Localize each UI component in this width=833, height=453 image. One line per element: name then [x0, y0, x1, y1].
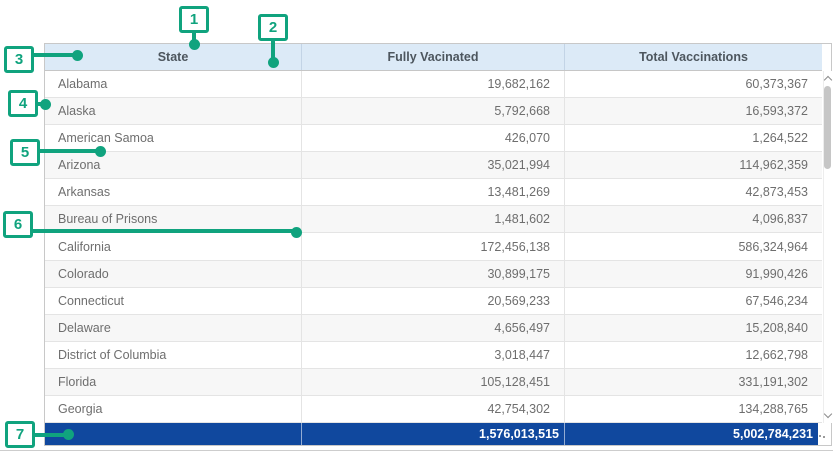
cell-state: Arkansas	[45, 179, 302, 206]
annotation-connector-5	[39, 149, 101, 153]
table-body: Alabama19,682,16260,373,367Alaska5,792,6…	[45, 71, 822, 423]
table-row[interactable]: Delaware4,656,49715,208,840	[45, 315, 822, 342]
cell-total-vaccinations: 60,373,367	[565, 71, 822, 98]
cell-total-vaccinations: 16,593,372	[565, 98, 822, 125]
cell-fully-vacinated: 13,481,269	[302, 179, 565, 206]
table-row[interactable]: Alabama19,682,16260,373,367	[45, 71, 822, 98]
annotation-badge-3: 3	[4, 46, 34, 73]
annotation-connector-2	[271, 40, 275, 58]
cell-fully-vacinated: 4,656,497	[302, 315, 565, 342]
annotation-dot-3	[72, 50, 83, 61]
cell-fully-vacinated: 426,070	[302, 125, 565, 152]
cell-fully-vacinated: 105,128,451	[302, 369, 565, 396]
cell-state: Connecticut	[45, 288, 302, 315]
annotation-connector-6	[32, 229, 297, 233]
annotation-dot-7	[63, 429, 74, 440]
annotation-dot-5	[95, 146, 106, 157]
summary-total-vaccinations-value: 5,002,784,231	[565, 423, 818, 445]
table-row[interactable]: Connecticut20,569,23367,546,234	[45, 288, 822, 315]
column-header-fully-vacinated[interactable]: Fully Vacinated	[302, 44, 565, 70]
cell-fully-vacinated: 42,754,302	[302, 396, 565, 423]
cell-state: Alaska	[45, 98, 302, 125]
annotation-dot-4	[40, 99, 51, 110]
cell-total-vaccinations: 4,096,837	[565, 206, 822, 233]
table-row[interactable]: Georgia42,754,302134,288,765	[45, 396, 822, 423]
column-header-total-vaccinations[interactable]: Total Vaccinations	[565, 44, 822, 70]
annotation-badge-2: 2	[258, 14, 288, 41]
cell-fully-vacinated: 35,021,994	[302, 152, 565, 179]
cell-state: District of Columbia	[45, 342, 302, 369]
scroll-down-arrow-icon[interactable]	[824, 410, 832, 418]
cell-fully-vacinated: 30,899,175	[302, 261, 565, 288]
annotation-connector-3	[33, 53, 77, 57]
table-row[interactable]: California172,456,138586,324,964	[45, 233, 822, 260]
cell-state: Delaware	[45, 315, 302, 342]
cell-fully-vacinated: 20,569,233	[302, 288, 565, 315]
annotation-badge-6: 6	[3, 211, 33, 238]
annotation-badge-1: 1	[179, 6, 209, 33]
cell-fully-vacinated: 5,792,668	[302, 98, 565, 125]
annotated-table-screenshot: State Fully Vacinated Total Vaccinations…	[0, 0, 833, 453]
cell-state: Colorado	[45, 261, 302, 288]
annotation-badge-5: 5	[10, 139, 40, 166]
cell-total-vaccinations: 134,288,765	[565, 396, 822, 423]
cell-state: Florida	[45, 369, 302, 396]
cell-total-vaccinations: 1,264,522	[565, 125, 822, 152]
table-row[interactable]: Florida105,128,451331,191,302	[45, 369, 822, 396]
cell-total-vaccinations: 67,546,234	[565, 288, 822, 315]
cell-fully-vacinated: 1,481,602	[302, 206, 565, 233]
vaccination-table: State Fully Vacinated Total Vaccinations…	[44, 43, 832, 446]
cell-total-vaccinations: 15,208,840	[565, 315, 822, 342]
cell-total-vaccinations: 331,191,302	[565, 369, 822, 396]
cell-state: Alabama	[45, 71, 302, 98]
summary-state-cell	[45, 423, 302, 445]
table-row[interactable]: Arizona35,021,994114,962,359	[45, 152, 822, 179]
annotation-dot-2	[268, 57, 279, 68]
table-row[interactable]: American Samoa426,0701,264,522	[45, 125, 822, 152]
summary-fully-vacinated-value: 1,576,013,515	[302, 423, 565, 445]
summary-row: 1,576,013,515 5,002,784,231	[45, 423, 818, 445]
table-row[interactable]: District of Columbia3,018,44712,662,798	[45, 342, 822, 369]
cell-total-vaccinations: 114,962,359	[565, 152, 822, 179]
cell-fully-vacinated: 3,018,447	[302, 342, 565, 369]
cell-state: Arizona	[45, 152, 302, 179]
annotation-badge-4: 4	[8, 90, 38, 117]
cell-total-vaccinations: 12,662,798	[565, 342, 822, 369]
table-header-row: State Fully Vacinated Total Vaccinations	[45, 44, 822, 71]
cell-fully-vacinated: 172,456,138	[302, 233, 565, 260]
cell-state: Georgia	[45, 396, 302, 423]
annotation-badge-7: 7	[5, 421, 35, 448]
scroll-up-arrow-icon[interactable]	[824, 76, 832, 84]
table-row[interactable]: Alaska5,792,66816,593,372	[45, 98, 822, 125]
cell-total-vaccinations: 91,990,426	[565, 261, 822, 288]
table-row[interactable]: Colorado30,899,17591,990,426	[45, 261, 822, 288]
cell-state: California	[45, 233, 302, 260]
scrollbar-thumb[interactable]	[824, 86, 831, 169]
cell-total-vaccinations: 42,873,453	[565, 179, 822, 206]
column-header-state[interactable]: State	[45, 44, 302, 70]
page-bottom-border	[0, 450, 833, 451]
vertical-scrollbar[interactable]	[823, 71, 832, 423]
table-row[interactable]: Arkansas13,481,26942,873,453	[45, 179, 822, 206]
annotation-dot-6	[291, 227, 302, 238]
cell-total-vaccinations: 586,324,964	[565, 233, 822, 260]
annotation-dot-1	[189, 39, 200, 50]
cell-fully-vacinated: 19,682,162	[302, 71, 565, 98]
resize-grip-icon	[819, 433, 827, 439]
